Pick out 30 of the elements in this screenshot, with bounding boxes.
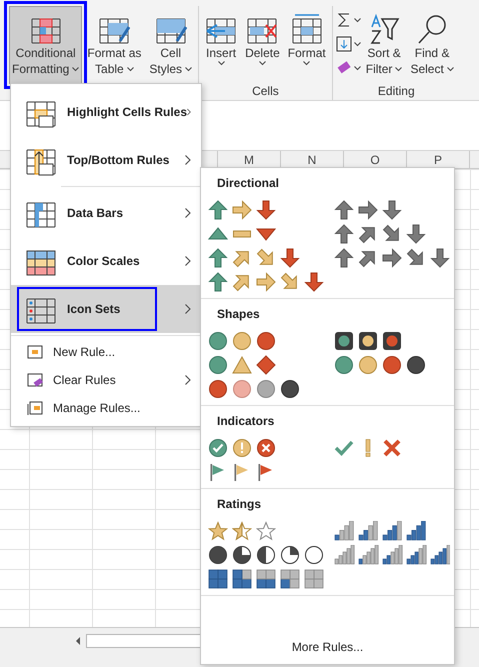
group-label: Cells xyxy=(252,84,279,100)
menu-item-label: Highlight Cells Rules xyxy=(67,105,188,119)
format-button[interactable]: Format xyxy=(284,6,329,84)
menu-item[interactable]: Top/Bottom Rules xyxy=(11,136,201,184)
insert-button[interactable]: Insert xyxy=(202,6,240,84)
styles-button[interactable]: Cell Styles xyxy=(146,6,196,84)
section-title: Directional xyxy=(217,176,280,190)
more-rules-link[interactable]: More Rules... xyxy=(288,638,368,656)
menu-item[interactable]: Highlight Cells Rules xyxy=(11,88,201,136)
section-title: Shapes xyxy=(217,307,261,321)
menu-item-label: Icon Sets xyxy=(67,302,120,316)
menu-item-label: Manage Rules... xyxy=(53,401,140,415)
find-button[interactable]: Find & Select xyxy=(407,6,457,84)
menu-item[interactable]: Data Bars xyxy=(11,189,201,237)
menu-item[interactable]: Icon Sets xyxy=(11,285,201,333)
menu-item[interactable]: Manage Rules... xyxy=(11,394,201,422)
menu-item-label: Clear Rules xyxy=(53,373,116,387)
sort-button[interactable]: Sort & Filter xyxy=(362,6,406,84)
menu-item[interactable]: Color Scales xyxy=(11,237,201,285)
section-title: Ratings xyxy=(217,497,262,511)
menu-item[interactable]: Clear Rules xyxy=(11,366,201,394)
delete-button[interactable]: Delete xyxy=(242,6,283,84)
section-title: Indicators xyxy=(217,414,276,428)
menu-item[interactable]: New Rule... xyxy=(11,338,201,366)
menu-item-label: Data Bars xyxy=(67,206,124,220)
menu-item-label: Top/Bottom Rules xyxy=(67,153,170,167)
table-button[interactable]: Format as Table xyxy=(84,6,144,84)
menu-item-label: New Rule... xyxy=(53,345,116,359)
group-label: Editing xyxy=(378,84,415,100)
menu-item-label: Color Scales xyxy=(67,254,140,268)
